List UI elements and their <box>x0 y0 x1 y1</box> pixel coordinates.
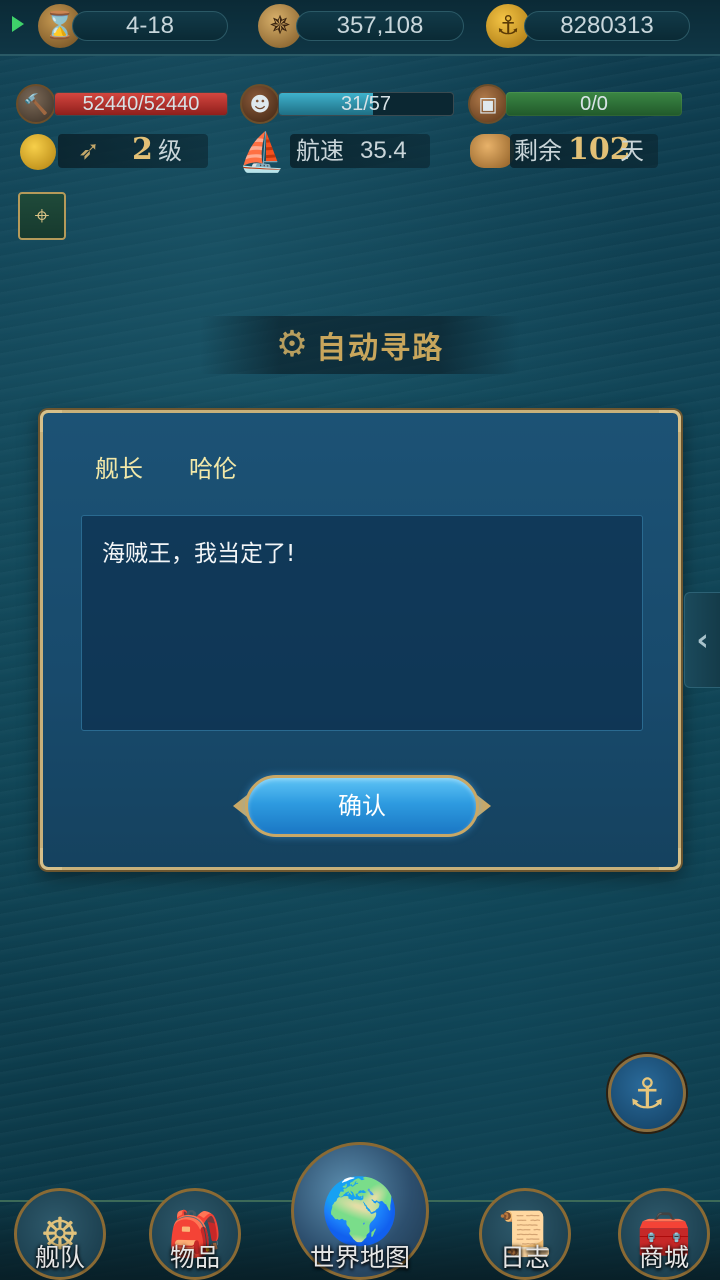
confirm-button-frame: 确认 <box>233 773 491 839</box>
bread-icon <box>470 134 514 168</box>
nav-items[interactable]: 🎒 物品 <box>140 1160 250 1280</box>
gear-icon: ⚙ <box>275 324 309 365</box>
supply-label: 剩余 <box>514 137 562 165</box>
dialog-corner <box>40 410 62 432</box>
sailing-ship-icon: ⛵ <box>238 130 286 174</box>
hammer-icon: 🔨 <box>16 84 56 124</box>
speed-label: 航速 <box>296 137 344 165</box>
level-display: 4-18 <box>72 11 228 41</box>
speaker-name: 哈伦 <box>189 455 237 483</box>
supply-pill: 剩余 102 天 <box>510 133 658 168</box>
navigation-compass-button[interactable]: ⌖ <box>18 192 66 240</box>
confirm-button[interactable]: 确认 <box>245 775 479 837</box>
gold-orb-icon <box>20 134 56 170</box>
level-pill: ➶ 2 级 <box>58 132 208 168</box>
anchor-icon: ⚓ <box>628 1068 666 1118</box>
auto-path-banner[interactable]: ⚙ 自动寻路 <box>200 316 520 374</box>
nav-world-map[interactable]: 🌍 世界地图 <box>285 1132 435 1280</box>
side-panel-toggle[interactable]: ‹ <box>684 592 720 688</box>
message-text: 海贼王，我当定了! <box>102 541 296 567</box>
nav-world-map-label: 世界地图 <box>309 1243 410 1272</box>
cargo-value-overlay: 0/0 <box>580 93 608 115</box>
crew-bar: 31/57 <box>278 92 454 116</box>
level-unit: 级 <box>158 137 182 165</box>
level-number: 2 <box>132 132 153 167</box>
dialog-corner <box>40 848 62 870</box>
durability-bar: 52440/52440 <box>54 92 228 116</box>
nav-log-label: 日志 <box>499 1243 550 1272</box>
nav-shop-label: 商城 <box>638 1243 689 1272</box>
button-ornament-right <box>477 795 491 817</box>
chevron-left-icon: ‹ <box>696 622 709 658</box>
resource-bar: ⌛ 4-18 ✵ 357,108 ⚓ 8280313 <box>0 0 720 56</box>
crew-value: 31/57 <box>340 93 392 115</box>
nav-log[interactable]: 📜 日志 <box>470 1160 580 1280</box>
gold-display: 8280313 <box>524 11 690 41</box>
message-box: 海贼王，我当定了! <box>81 515 643 731</box>
durability-value: 52440/52440 <box>82 93 200 115</box>
nav-items-label: 物品 <box>169 1243 220 1272</box>
cargo-crate-icon: ▣ <box>468 84 508 124</box>
silver-display: 357,108 <box>296 11 464 41</box>
crew-icon: ☻ <box>240 84 280 124</box>
captain-dialog: 舰长 哈伦 海贼王，我当定了! 确认 <box>40 410 681 870</box>
nav-fleet[interactable]: ☸ 舰队 <box>10 1160 110 1280</box>
compass-icon: ⌖ <box>34 200 50 231</box>
play-icon[interactable] <box>12 16 24 32</box>
dialog-corner <box>659 848 681 870</box>
speed-pill: 航速 35.4 <box>290 134 430 168</box>
speaker-role: 舰长 <box>95 455 143 483</box>
auto-path-label: 自动寻路 <box>316 331 445 366</box>
supply-unit: 天 <box>620 137 644 165</box>
anchor-button[interactable]: ⚓ <box>608 1054 686 1132</box>
speed-value: 35.4 <box>360 137 407 164</box>
dialog-corner <box>659 410 681 432</box>
nav-fleet-label: 舰队 <box>34 1243 85 1272</box>
harpoon-icon: ➶ <box>78 136 100 166</box>
nav-shop[interactable]: 🧰 商城 <box>612 1160 716 1280</box>
